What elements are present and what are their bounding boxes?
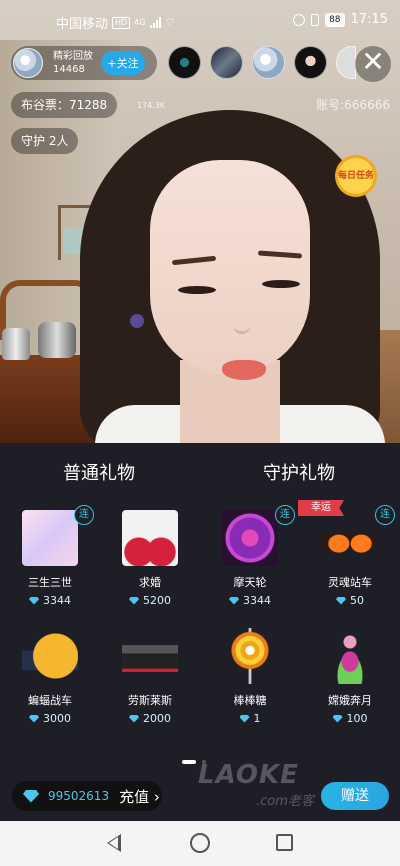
tab-normal-gifts[interactable]: 普通礼物: [63, 459, 135, 485]
lucky-tag: 幸运: [298, 500, 344, 516]
vibrate-icon: [311, 13, 320, 26]
diamond-icon: [23, 789, 39, 803]
host-id-number: 14468: [53, 64, 85, 75]
small-count: 174.3K: [137, 101, 166, 110]
diamond-icon: [29, 714, 39, 723]
battery-icon: 88: [325, 12, 345, 27]
home-icon[interactable]: [190, 833, 210, 853]
viewer-avatar[interactable]: [168, 46, 201, 79]
network-type: 4G: [134, 18, 146, 27]
wifi-icon: ⌔: [164, 15, 176, 29]
viewer-avatar[interactable]: [252, 46, 285, 79]
combo-badge: 连: [74, 505, 94, 525]
diamond-icon: [332, 714, 343, 723]
back-icon[interactable]: [107, 834, 121, 852]
gift-name: 蝙蝠战车: [28, 694, 72, 707]
follow-button[interactable]: +关注: [101, 51, 145, 75]
daily-task-badge[interactable]: 每日任务: [335, 155, 377, 197]
right-eye: [262, 280, 300, 288]
nose: [233, 310, 251, 334]
gift-image: [122, 510, 178, 566]
host-info-pill[interactable]: 精彩回放 14468 +关注: [11, 46, 157, 80]
host-avatar[interactable]: [13, 48, 43, 78]
left-eye: [178, 286, 216, 294]
combo-badge: 连: [375, 505, 395, 525]
diamond-icon: [336, 596, 346, 605]
gift-price: 2000: [100, 712, 200, 725]
tab-guard-gifts[interactable]: 守护礼物: [263, 459, 335, 485]
gift-price: 50: [300, 594, 400, 607]
send-gift-button[interactable]: 赠送: [321, 782, 389, 810]
gift-image: [222, 510, 278, 566]
tea-pot: [38, 322, 76, 358]
gift-name: 劳斯莱斯: [128, 694, 172, 707]
kettle: [2, 328, 30, 360]
viewer-avatar[interactable]: [210, 46, 243, 79]
close-icon[interactable]: ✕: [355, 46, 391, 82]
gift-image: [322, 510, 378, 566]
gift-item[interactable]: 棒棒糖 1: [200, 628, 300, 725]
gift-image: [22, 510, 78, 566]
gift-name: 灵魂站车: [328, 576, 372, 589]
gift-item[interactable]: 劳斯莱斯 2000: [100, 628, 200, 725]
status-bar: 中国移动 HD 4G ⌔ 88 17:15: [0, 0, 400, 40]
guard-count-button[interactable]: 守护 2人: [11, 128, 79, 154]
gift-price: 3344: [0, 594, 100, 607]
alarm-icon: [293, 13, 306, 26]
gift-name: 嫦娥奔月: [328, 694, 372, 707]
live-room-screen: 中国移动 HD 4G ⌔ 88 17:15 精彩回放 14468 +关注 ✕ 布…: [0, 0, 400, 866]
lips: [222, 360, 266, 380]
gift-name: 摩天轮: [233, 576, 267, 589]
gift-item[interactable]: 求婚 5200: [100, 510, 200, 607]
diamond-icon: [229, 596, 239, 605]
gift-image: [222, 628, 278, 684]
viewer-avatar[interactable]: [294, 46, 327, 79]
page-dot-active: [182, 760, 196, 764]
gift-name: 棒棒糖: [233, 694, 267, 707]
streamer-face: [150, 160, 310, 375]
carrier-label: 中国移动: [56, 17, 109, 32]
gift-price: 1: [200, 712, 300, 725]
gift-item[interactable]: 蝙蝠战车 3000: [0, 628, 100, 725]
gift-name: 三生三世: [28, 576, 72, 589]
gift-item[interactable]: 嫦娥奔月 100: [300, 628, 400, 725]
gift-image: [122, 628, 178, 684]
account-label: 账号:666666: [316, 98, 390, 112]
balance-recharge-button[interactable]: 99502613 充值 ›: [12, 781, 162, 811]
gift-image: [22, 628, 78, 684]
host-name: 精彩回放: [53, 51, 93, 62]
recent-apps-icon[interactable]: [276, 834, 293, 851]
clock-time: 17:15: [350, 12, 388, 27]
diamond-icon: [129, 596, 139, 605]
ticket-count-button[interactable]: 布谷票：71288: [11, 92, 118, 118]
signal-icon: [149, 17, 161, 28]
diamond-icon: [129, 714, 139, 723]
diamond-icon: [239, 714, 250, 723]
gift-price: 100: [300, 712, 400, 725]
hd-badge: HD: [112, 16, 131, 29]
gift-price: 3000: [0, 712, 100, 725]
balance-amount: 99502613: [48, 789, 110, 803]
system-nav-bar: [0, 821, 400, 866]
earbud: [130, 314, 144, 328]
watermark-sub: .com老客: [256, 794, 314, 809]
gift-price: 3344: [200, 594, 300, 607]
gift-name: 求婚: [139, 576, 161, 589]
watermark-logo: LAOKE: [198, 760, 299, 790]
gift-image: [322, 628, 378, 684]
recharge-label: 充值 ›: [119, 787, 160, 806]
diamond-icon: [29, 596, 39, 605]
combo-badge: 连: [275, 505, 295, 525]
gift-price: 5200: [100, 594, 200, 607]
